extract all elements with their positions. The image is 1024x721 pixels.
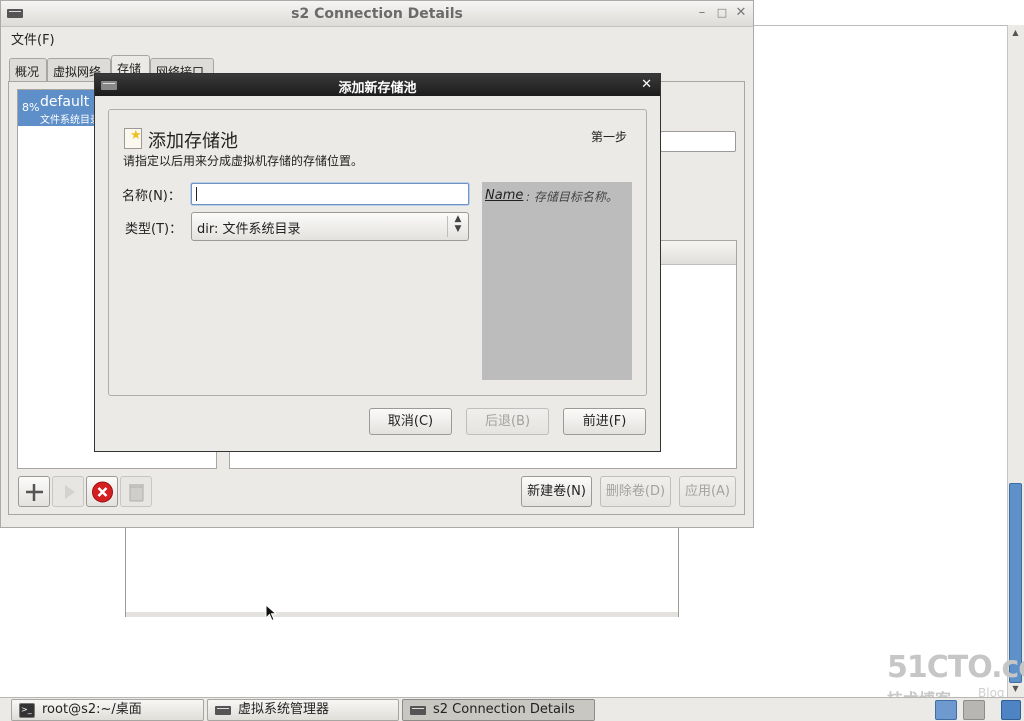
taskbar-item-label: root@s2:~/桌面	[42, 702, 142, 717]
dialog-description: 请指定以后用来分成虚拟机存储的存储位置。	[123, 154, 364, 168]
pool-usage-percent: 8%	[22, 101, 40, 114]
pool-detail-field[interactable]	[660, 131, 736, 152]
back-button[interactable]: 后退(B)	[466, 408, 549, 435]
watermark-site: 51CTO.com	[887, 650, 1024, 685]
dialog-close-icon[interactable]: ✕	[641, 77, 652, 92]
taskbar-item-label: 虚拟系统管理器	[238, 702, 330, 717]
trash-can-icon[interactable]	[1001, 700, 1021, 720]
workspace-2-icon[interactable]	[963, 700, 985, 720]
add-pool-button[interactable]	[18, 476, 50, 507]
pool-name: default	[40, 94, 90, 110]
new-volume-button[interactable]: 新建卷(N)	[521, 476, 592, 507]
tab-overview[interactable]: 概况	[9, 58, 47, 82]
terminal-icon	[19, 700, 35, 720]
plus-icon	[26, 484, 43, 501]
maximize-icon[interactable]: □	[714, 5, 730, 21]
type-label: 类型(T)：	[125, 222, 183, 237]
help-panel	[482, 182, 632, 380]
window-icon	[410, 706, 426, 715]
workspace-1-icon[interactable]	[935, 700, 957, 720]
name-label: 名称(N)：	[122, 189, 181, 204]
window-icon	[215, 706, 231, 715]
storage-pool-icon: ★	[124, 128, 142, 149]
text-caret	[196, 187, 197, 201]
window-titlebar[interactable]: s2 Connection Details – □ ✕	[1, 1, 753, 27]
select-divider	[447, 216, 448, 237]
minimize-icon[interactable]: –	[694, 5, 710, 21]
start-pool-button[interactable]	[52, 476, 84, 507]
trash-icon	[129, 484, 144, 502]
mouse-pointer-icon	[265, 604, 277, 622]
taskbar-item-virt-manager[interactable]: 虚拟系统管理器	[207, 699, 399, 721]
name-input[interactable]	[191, 183, 469, 205]
background-panel	[125, 527, 679, 617]
menu-file[interactable]: 文件(F)	[11, 29, 55, 48]
taskbar-item-label: s2 Connection Details	[433, 702, 575, 717]
menubar: 文件(F)	[1, 27, 753, 49]
play-icon	[65, 485, 75, 499]
volume-list-header[interactable]	[660, 241, 736, 265]
dialog-titlebar[interactable]: 添加新存储池 ✕	[95, 74, 660, 96]
cancel-button[interactable]: 取消(C)	[369, 408, 452, 435]
pool-type: 文件系统目录	[40, 115, 100, 126]
taskbar-item-connection-details[interactable]: s2 Connection Details	[402, 699, 595, 721]
forward-button[interactable]: 前进(F)	[563, 408, 646, 435]
delete-pool-button[interactable]	[120, 476, 152, 507]
updown-arrow-icon: ▲ ▼	[454, 214, 462, 234]
window-title: s2 Connection Details	[291, 6, 463, 22]
dialog-heading: 添加存储池	[148, 131, 238, 152]
stop-icon	[92, 481, 113, 503]
step-indicator: 第一步	[591, 130, 628, 144]
background-panel-footer	[126, 612, 678, 617]
delete-volume-button[interactable]: 删除卷(D)	[600, 476, 671, 507]
dialog-title: 添加新存储池	[338, 81, 417, 96]
taskbar-item-terminal[interactable]: root@s2:~/桌面	[11, 699, 204, 721]
stop-pool-button[interactable]	[86, 476, 118, 507]
background-window-edge	[753, 25, 1007, 26]
help-text: : 存储目标名称。	[526, 190, 618, 204]
type-select-value: dir: 文件系统目录	[197, 222, 301, 237]
scroll-up-icon[interactable]: ▲	[1009, 27, 1022, 39]
help-term: Name	[485, 188, 524, 203]
close-icon[interactable]: ✕	[733, 5, 749, 21]
apply-button[interactable]: 应用(A)	[679, 476, 736, 507]
